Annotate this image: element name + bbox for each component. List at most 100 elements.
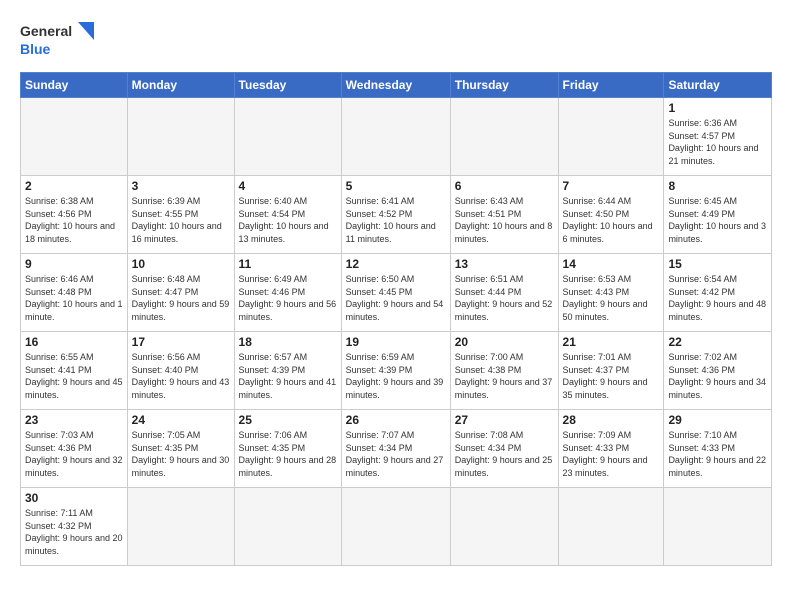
day-number: 1 <box>668 101 767 115</box>
day-info: Sunrise: 6:46 AM Sunset: 4:48 PM Dayligh… <box>25 273 123 323</box>
day-number: 11 <box>239 257 337 271</box>
calendar-cell: 26 Sunrise: 7:07 AM Sunset: 4:34 PM Dayli… <box>341 410 450 488</box>
day-number: 16 <box>25 335 123 349</box>
day-number: 7 <box>563 179 660 193</box>
weekday-header-saturday: Saturday <box>664 73 772 98</box>
day-number: 29 <box>668 413 767 427</box>
day-number: 24 <box>132 413 230 427</box>
calendar-cell: 20Sunrise: 7:00 AM Sunset: 4:38 PM Dayli… <box>450 332 558 410</box>
day-number: 10 <box>132 257 230 271</box>
day-info: Sunrise: 6:43 AM Sunset: 4:51 PM Dayligh… <box>455 195 554 245</box>
svg-text:General: General <box>20 23 72 39</box>
weekday-header-row: SundayMondayTuesdayWednesdayThursdayFrid… <box>21 73 772 98</box>
calendar-cell: 12 Sunrise: 6:50 AM Sunset: 4:45 PM Dayli… <box>341 254 450 332</box>
day-number: 30 <box>25 491 123 505</box>
day-number: 17 <box>132 335 230 349</box>
day-info: Sunrise: 6:59 AM Sunset: 4:39 PM Dayligh… <box>346 351 446 401</box>
day-number: 19 <box>346 335 446 349</box>
day-info: Sunrise: 7:06 AM Sunset: 4:35 PM Dayligh… <box>239 429 337 479</box>
day-info: Sunrise: 6:40 AM Sunset: 4:54 PM Dayligh… <box>239 195 337 245</box>
generalblue-logo-icon: General Blue <box>20 18 100 62</box>
calendar-cell: 7Sunrise: 6:44 AM Sunset: 4:50 PM Daylig… <box>558 176 664 254</box>
day-info: Sunrise: 6:55 AM Sunset: 4:41 PM Dayligh… <box>25 351 123 401</box>
svg-text:Blue: Blue <box>20 41 51 57</box>
calendar-cell <box>127 98 234 176</box>
day-info: Sunrise: 7:05 AM Sunset: 4:35 PM Dayligh… <box>132 429 230 479</box>
calendar-cell: 10 Sunrise: 6:48 AM Sunset: 4:47 PM Dayli… <box>127 254 234 332</box>
day-number: 13 <box>455 257 554 271</box>
calendar-cell: 14 Sunrise: 6:53 AM Sunset: 4:43 PM Dayli… <box>558 254 664 332</box>
calendar-cell: 3 Sunrise: 6:39 AM Sunset: 4:55 PM Daylig… <box>127 176 234 254</box>
day-info: Sunrise: 6:38 AM Sunset: 4:56 PM Dayligh… <box>25 195 123 245</box>
weekday-header-tuesday: Tuesday <box>234 73 341 98</box>
calendar-cell: 23 Sunrise: 7:03 AM Sunset: 4:36 PM Dayli… <box>21 410 128 488</box>
day-number: 4 <box>239 179 337 193</box>
day-info: Sunrise: 6:53 AM Sunset: 4:43 PM Dayligh… <box>563 273 660 323</box>
calendar-cell: 30Sunrise: 7:11 AM Sunset: 4:32 PM Dayli… <box>21 488 128 566</box>
calendar-cell: 2Sunrise: 6:38 AM Sunset: 4:56 PM Daylig… <box>21 176 128 254</box>
weekday-header-thursday: Thursday <box>450 73 558 98</box>
calendar-cell <box>558 488 664 566</box>
calendar-cell <box>664 488 772 566</box>
calendar-cell: 17Sunrise: 6:56 AM Sunset: 4:40 PM Dayli… <box>127 332 234 410</box>
day-number: 21 <box>563 335 660 349</box>
calendar-cell: 9Sunrise: 6:46 AM Sunset: 4:48 PM Daylig… <box>21 254 128 332</box>
calendar-cell <box>450 98 558 176</box>
day-info: Sunrise: 7:01 AM Sunset: 4:37 PM Dayligh… <box>563 351 660 401</box>
calendar-cell: 29 Sunrise: 7:10 AM Sunset: 4:33 PM Dayli… <box>664 410 772 488</box>
calendar-table: SundayMondayTuesdayWednesdayThursdayFrid… <box>20 72 772 566</box>
day-info: Sunrise: 7:03 AM Sunset: 4:36 PM Dayligh… <box>25 429 123 479</box>
day-info: Sunrise: 6:49 AM Sunset: 4:46 PM Dayligh… <box>239 273 337 323</box>
day-number: 6 <box>455 179 554 193</box>
day-info: Sunrise: 7:07 AM Sunset: 4:34 PM Dayligh… <box>346 429 446 479</box>
calendar-row-1: 2Sunrise: 6:38 AM Sunset: 4:56 PM Daylig… <box>21 176 772 254</box>
day-number: 28 <box>563 413 660 427</box>
calendar-row-3: 16 Sunrise: 6:55 AM Sunset: 4:41 PM Dayli… <box>21 332 772 410</box>
day-info: Sunrise: 6:48 AM Sunset: 4:47 PM Dayligh… <box>132 273 230 323</box>
calendar-cell: 13 Sunrise: 6:51 AM Sunset: 4:44 PM Dayli… <box>450 254 558 332</box>
day-number: 20 <box>455 335 554 349</box>
calendar-cell: 4 Sunrise: 6:40 AM Sunset: 4:54 PM Daylig… <box>234 176 341 254</box>
weekday-header-friday: Friday <box>558 73 664 98</box>
calendar-row-0: 1 Sunrise: 6:36 AM Sunset: 4:57 PM Daylig… <box>21 98 772 176</box>
weekday-header-sunday: Sunday <box>21 73 128 98</box>
day-number: 15 <box>668 257 767 271</box>
day-number: 25 <box>239 413 337 427</box>
day-number: 3 <box>132 179 230 193</box>
calendar-row-4: 23 Sunrise: 7:03 AM Sunset: 4:36 PM Dayli… <box>21 410 772 488</box>
day-info: Sunrise: 6:54 AM Sunset: 4:42 PM Dayligh… <box>668 273 767 323</box>
day-info: Sunrise: 7:02 AM Sunset: 4:36 PM Dayligh… <box>668 351 767 401</box>
calendar-cell: 24 Sunrise: 7:05 AM Sunset: 4:35 PM Dayli… <box>127 410 234 488</box>
day-number: 8 <box>668 179 767 193</box>
calendar-row-2: 9Sunrise: 6:46 AM Sunset: 4:48 PM Daylig… <box>21 254 772 332</box>
day-number: 27 <box>455 413 554 427</box>
calendar-cell <box>234 488 341 566</box>
page: General Blue SundayMondayTuesdayWednesday… <box>0 0 792 576</box>
day-info: Sunrise: 7:09 AM Sunset: 4:33 PM Dayligh… <box>563 429 660 479</box>
day-info: Sunrise: 6:50 AM Sunset: 4:45 PM Dayligh… <box>346 273 446 323</box>
calendar-cell <box>21 98 128 176</box>
day-info: Sunrise: 6:51 AM Sunset: 4:44 PM Dayligh… <box>455 273 554 323</box>
day-info: Sunrise: 6:39 AM Sunset: 4:55 PM Dayligh… <box>132 195 230 245</box>
calendar-cell: 11 Sunrise: 6:49 AM Sunset: 4:46 PM Dayli… <box>234 254 341 332</box>
calendar-cell <box>127 488 234 566</box>
calendar-cell <box>341 98 450 176</box>
calendar-cell: 21 Sunrise: 7:01 AM Sunset: 4:37 PM Dayli… <box>558 332 664 410</box>
day-number: 14 <box>563 257 660 271</box>
day-number: 22 <box>668 335 767 349</box>
calendar-cell <box>450 488 558 566</box>
day-info: Sunrise: 7:10 AM Sunset: 4:33 PM Dayligh… <box>668 429 767 479</box>
day-number: 23 <box>25 413 123 427</box>
day-number: 12 <box>346 257 446 271</box>
header: General Blue <box>20 18 772 62</box>
day-number: 18 <box>239 335 337 349</box>
calendar-cell: 18Sunrise: 6:57 AM Sunset: 4:39 PM Dayli… <box>234 332 341 410</box>
calendar-cell: 8Sunrise: 6:45 AM Sunset: 4:49 PM Daylig… <box>664 176 772 254</box>
calendar-cell: 22 Sunrise: 7:02 AM Sunset: 4:36 PM Dayli… <box>664 332 772 410</box>
day-number: 26 <box>346 413 446 427</box>
calendar-cell: 5Sunrise: 6:41 AM Sunset: 4:52 PM Daylig… <box>341 176 450 254</box>
calendar-cell <box>558 98 664 176</box>
calendar-cell: 27Sunrise: 7:08 AM Sunset: 4:34 PM Dayli… <box>450 410 558 488</box>
day-info: Sunrise: 6:36 AM Sunset: 4:57 PM Dayligh… <box>668 117 767 167</box>
calendar-cell: 25 Sunrise: 7:06 AM Sunset: 4:35 PM Dayli… <box>234 410 341 488</box>
